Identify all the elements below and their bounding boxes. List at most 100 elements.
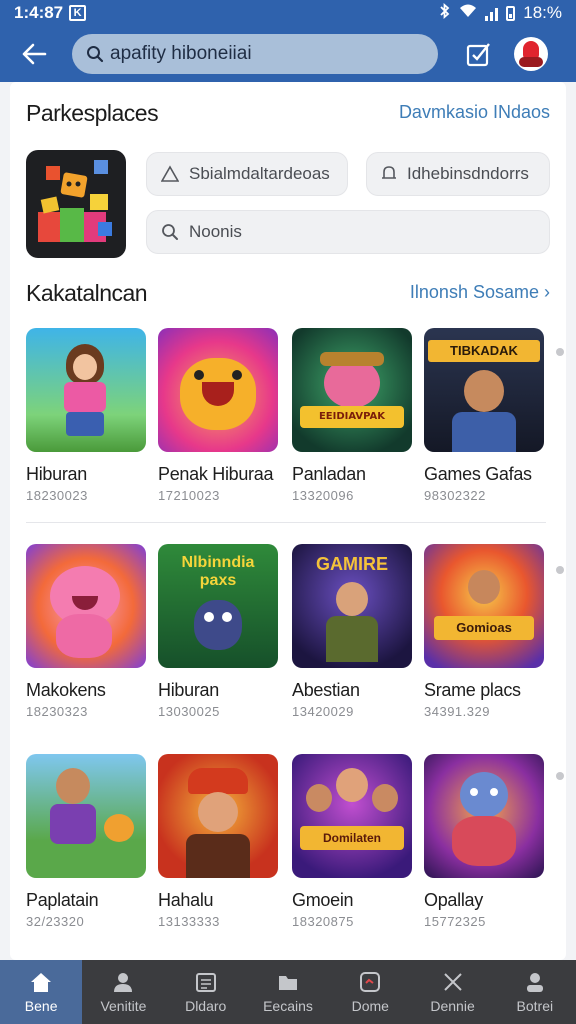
status-bar: 1:4:87 K 18:% <box>0 0 576 26</box>
thumb-caption: Gomioas <box>434 616 534 640</box>
check-square-icon <box>466 43 490 67</box>
folder-icon <box>277 970 299 994</box>
avatar[interactable] <box>514 37 548 71</box>
game-meta: 18230023 <box>26 488 88 503</box>
thumb-caption: GAMIRE <box>316 554 388 574</box>
status-right: 18:% <box>439 2 562 24</box>
game-name: Opallay <box>424 890 483 910</box>
nav-calendar[interactable]: Dldaro <box>165 960 247 1024</box>
divider <box>26 522 546 523</box>
game-name: Abestian <box>292 680 360 700</box>
triangle-icon <box>161 165 179 182</box>
game-name: Panladan <box>292 464 366 484</box>
nav-label: Dennie <box>430 998 475 1014</box>
game-card[interactable]: Domilaten Gmoein 18320875 <box>292 754 412 929</box>
game-card[interactable]: Gomioas Srame placs 34391.329 <box>424 544 544 719</box>
blocks-icon <box>38 160 112 242</box>
scroll-dot <box>556 772 564 780</box>
thumb-caption: Domilaten <box>300 826 404 850</box>
person-icon <box>112 970 134 994</box>
game-meta: 18230323 <box>26 704 88 719</box>
search-input[interactable]: apafity hiboneiiai <box>72 34 438 74</box>
share-icon <box>442 970 464 994</box>
thumb-caption: EEIDIAVPAK <box>300 406 404 428</box>
chip-label-2: Idhebinsdndorrs <box>407 164 529 183</box>
chip-1[interactable]: Sbialmdaltardeoas <box>146 152 348 196</box>
game-name: Makokens <box>26 680 106 700</box>
checkbox-button[interactable] <box>460 35 498 73</box>
thumb-caption: Nlbinndia paxs <box>181 554 255 589</box>
game-thumbnail: EEIDIAVPAK <box>292 328 412 452</box>
game-name: Penak Hiburaa <box>158 464 274 484</box>
game-meta: 34391.329 <box>424 704 490 719</box>
nav-messages[interactable]: Dome <box>329 960 411 1024</box>
game-card[interactable]: Penak Hiburaa 17210023 <box>158 328 278 503</box>
featured-title: Parkesplaces <box>26 100 159 126</box>
game-name: Games Gafas <box>424 464 532 484</box>
game-meta: 32/23320 <box>26 914 85 929</box>
search-icon <box>87 46 104 63</box>
bottom-nav: Bene Venitite Dldaro Eecains Dome Dennie… <box>0 960 576 1024</box>
game-name: Hiburan <box>158 680 219 700</box>
game-thumbnail: TIBKADAK <box>424 328 544 452</box>
games-link-label: Ilnonsh Sosame <box>409 282 539 302</box>
scroll-dot <box>556 566 564 574</box>
chip-label-3: Noonis <box>189 222 242 241</box>
game-meta: 13320096 <box>292 488 354 503</box>
chevron-right-icon: › <box>544 282 550 302</box>
nav-profile[interactable]: Botrei <box>494 960 576 1024</box>
nav-label: Bene <box>24 998 58 1014</box>
chip-2[interactable]: Idhebinsdndorrs <box>366 152 550 196</box>
game-meta: 13133333 <box>158 914 220 929</box>
game-card[interactable]: Paplatain 32/23320 <box>26 754 146 929</box>
game-name: Hiburan <box>26 464 87 484</box>
games-link[interactable]: Ilnonsh Sosame › <box>410 282 550 303</box>
game-card[interactable]: EEIDIAVPAK Panladan 13320096 <box>292 328 412 503</box>
game-name: Paplatain <box>26 890 99 910</box>
notification-icon: K <box>69 5 87 21</box>
game-thumbnail: Nlbinndia paxs <box>158 544 278 668</box>
scroll-dot <box>556 348 564 356</box>
game-thumbnail <box>26 544 146 668</box>
game-card[interactable]: TIBKADAK Games Gafas 98302322 <box>424 328 544 503</box>
nav-folder[interactable]: Eecains <box>247 960 329 1024</box>
game-card[interactable]: Hahalu 13133333 <box>158 754 278 929</box>
wifi-icon <box>459 3 477 23</box>
nav-label: Dldaro <box>185 998 227 1014</box>
nav-people[interactable]: Venitite <box>82 960 164 1024</box>
game-meta: 18320875 <box>292 914 354 929</box>
game-card[interactable]: Nlbinndia paxs Hiburan 13030025 <box>158 544 278 719</box>
home-icon <box>29 970 53 994</box>
featured-app-icon[interactable] <box>26 150 126 258</box>
status-time: 1:4:87 <box>14 3 64 22</box>
game-thumbnail <box>158 328 278 452</box>
message-icon <box>359 970 381 994</box>
game-card[interactable]: Opallay 15772325 <box>424 754 544 929</box>
back-button[interactable] <box>14 34 54 74</box>
game-card[interactable]: GAMIRE Abestian 13420029 <box>292 544 412 719</box>
game-meta: 17210023 <box>158 488 220 503</box>
battery-icon <box>506 5 516 21</box>
game-meta: 15772325 <box>424 914 486 929</box>
nav-label: Venitite <box>100 998 147 1014</box>
search-chip[interactable]: Noonis <box>146 210 550 254</box>
thumb-caption: TIBKADAK <box>428 340 540 362</box>
nav-home[interactable]: Bene <box>0 960 83 1024</box>
search-icon <box>162 224 178 240</box>
main-content: Parkesplaces Davmkasio INdaos Sbialmdalt… <box>10 82 566 960</box>
game-thumbnail <box>158 754 278 878</box>
nav-share[interactable]: Dennie <box>411 960 493 1024</box>
game-name: Gmoein <box>292 890 354 910</box>
nav-label: Botrei <box>516 998 554 1014</box>
game-card[interactable]: Hiburan 18230023 <box>26 328 146 503</box>
search-query: apafity hiboneiiai <box>110 43 252 64</box>
game-meta: 98302322 <box>424 488 486 503</box>
game-name: Hahalu <box>158 890 214 910</box>
nav-label: Eecains <box>263 998 313 1014</box>
featured-link[interactable]: Davmkasio INdaos <box>399 102 550 123</box>
nav-label: Dome <box>351 998 389 1014</box>
game-thumbnail: Domilaten <box>292 754 412 878</box>
game-card[interactable]: Makokens 18230323 <box>26 544 146 719</box>
game-thumbnail: GAMIRE <box>292 544 412 668</box>
bluetooth-icon <box>439 2 451 24</box>
